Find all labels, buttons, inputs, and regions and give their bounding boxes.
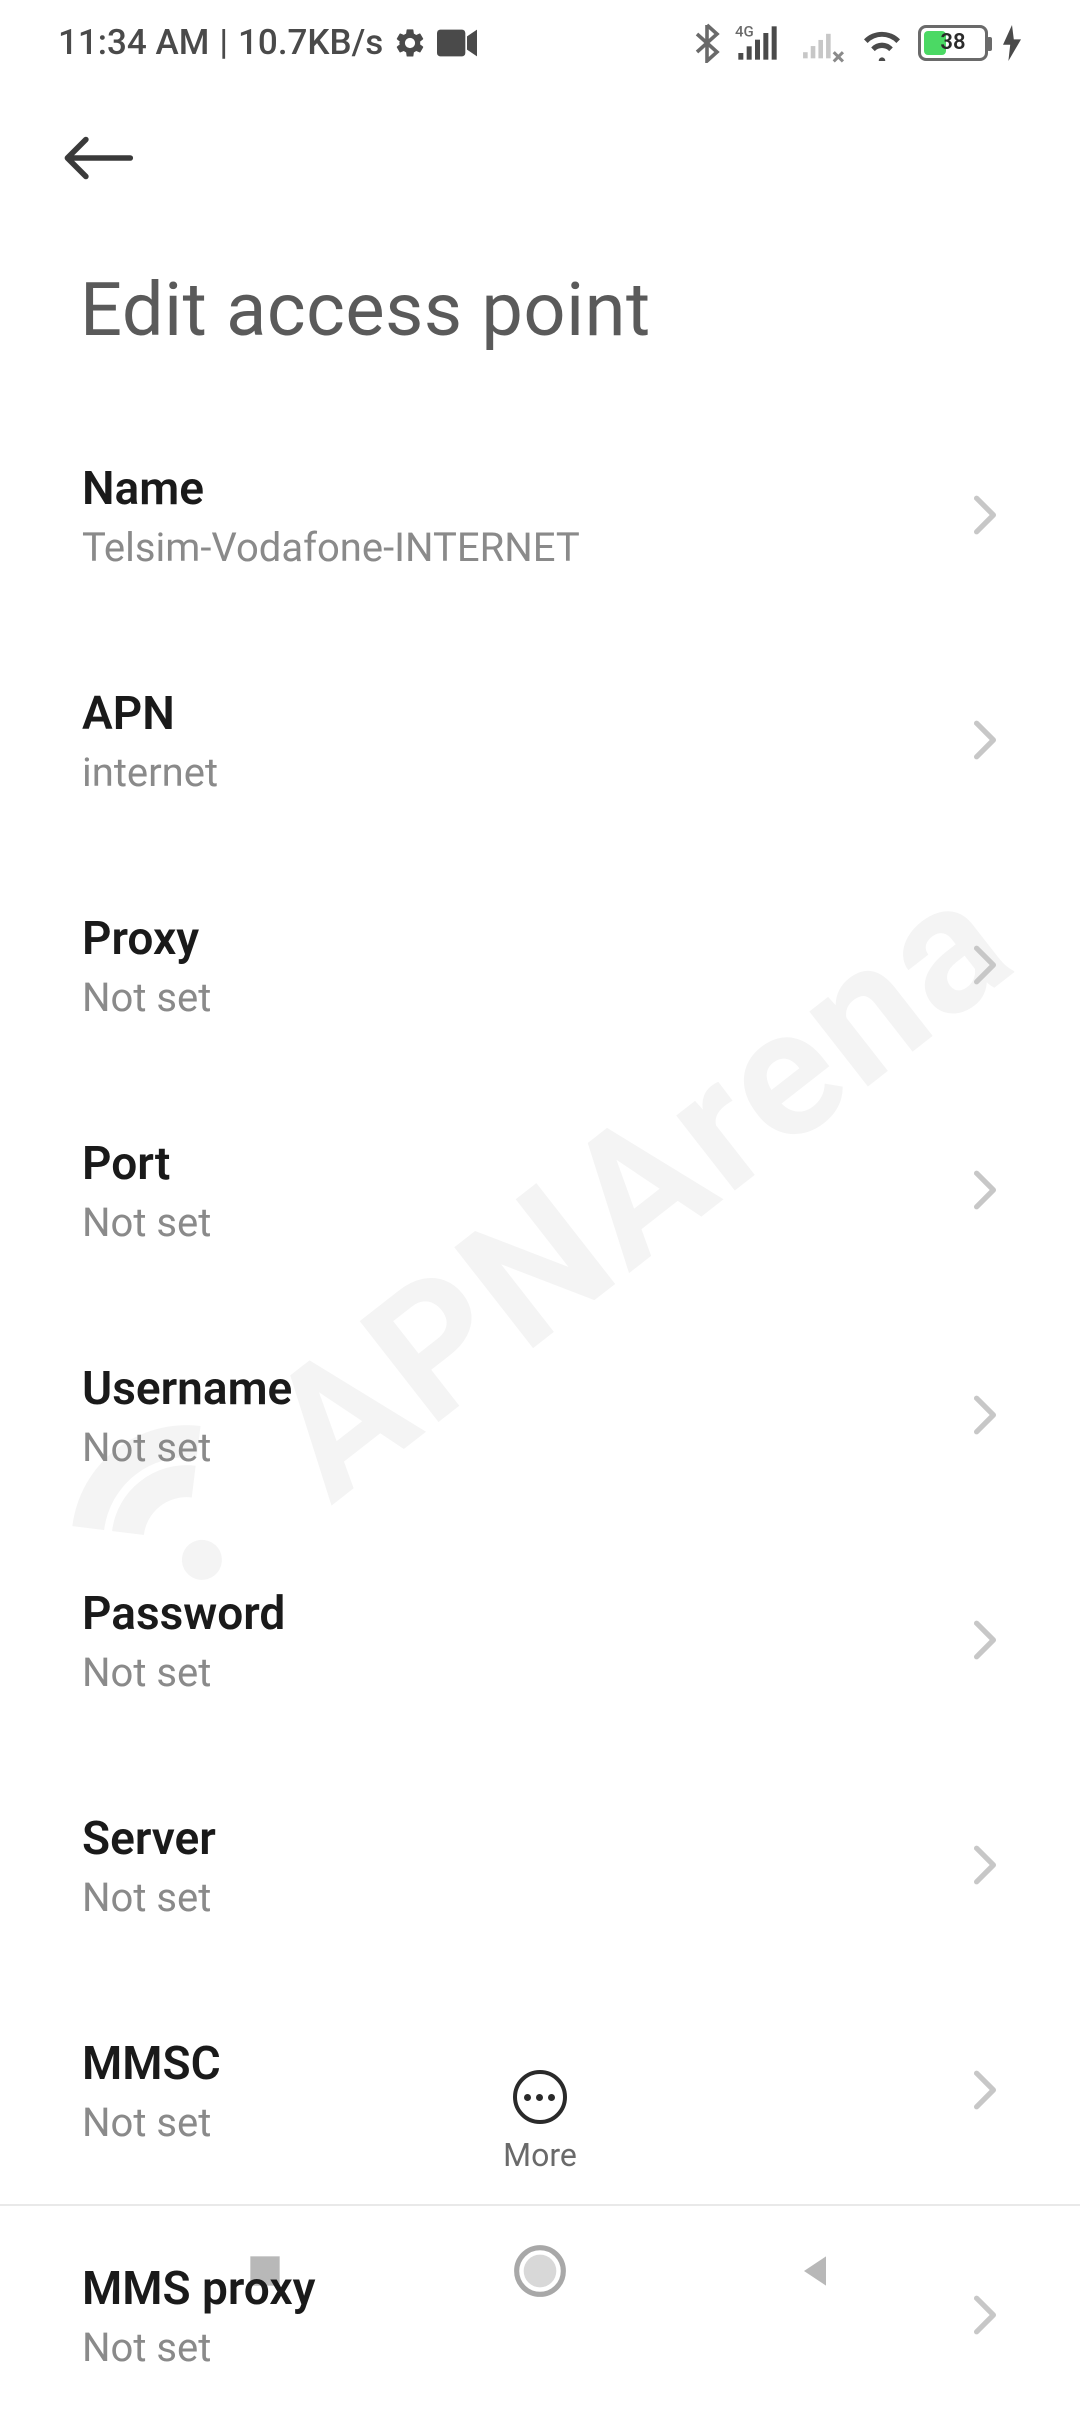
row-password[interactable]: Password Not set [48, 1529, 1032, 1754]
row-username[interactable]: Username Not set [48, 1304, 1032, 1529]
chevron-right-icon [972, 1169, 998, 1215]
chevron-right-icon [972, 1844, 998, 1890]
row-value: Not set [82, 974, 211, 1021]
status-left: 11:34 AM | 10.7KB/s [58, 22, 477, 63]
svg-text:4G: 4G [735, 23, 754, 40]
chevron-right-icon [972, 2069, 998, 2115]
row-proxy[interactable]: Proxy Not set [48, 854, 1032, 1079]
battery-level: 38 [921, 30, 985, 55]
row-label: MMSC [82, 2037, 221, 2091]
camera-icon [437, 29, 477, 57]
row-label: Proxy [82, 912, 211, 966]
chevron-right-icon [972, 2294, 998, 2340]
signal-4g-icon: 4G [734, 23, 786, 63]
status-bar: 11:34 AM | 10.7KB/s 4G 38 [0, 0, 1080, 85]
status-time: 11:34 AM [58, 22, 209, 63]
row-value: internet [82, 749, 218, 796]
row-value: Not set [82, 1874, 216, 1921]
back-button[interactable] [60, 168, 134, 187]
chevron-right-icon [972, 944, 998, 990]
row-name[interactable]: Name Telsim-Vodafone-INTERNET [48, 404, 1032, 629]
row-label: APN [82, 687, 218, 741]
page-title: Edit access point [0, 197, 1080, 404]
chevron-right-icon [972, 719, 998, 765]
status-separator: | [219, 22, 228, 63]
row-server[interactable]: Server Not set [48, 1754, 1032, 1979]
row-label: Name [82, 462, 580, 516]
row-port[interactable]: Port Not set [48, 1079, 1032, 1304]
row-label: Username [82, 1362, 292, 1416]
chevron-right-icon [972, 1394, 998, 1440]
charging-icon [1002, 25, 1022, 61]
row-value: Not set [82, 1424, 292, 1471]
row-label: Password [82, 1587, 285, 1641]
row-value: Not set [82, 1199, 211, 1246]
row-label: MMS proxy [82, 2262, 315, 2316]
battery-icon: 38 [918, 25, 988, 61]
row-label: Port [82, 1137, 211, 1191]
status-network-speed: 10.7KB/s [238, 22, 383, 63]
signal-no-sim-icon [800, 23, 846, 63]
row-value: Not set [82, 1649, 285, 1696]
top-bar [0, 85, 1080, 197]
chevron-right-icon [972, 1619, 998, 1665]
bluetooth-icon [694, 23, 720, 63]
row-value: Not set [82, 2099, 221, 2146]
row-mms-proxy[interactable]: MMS proxy Not set [48, 2204, 1032, 2429]
chevron-right-icon [972, 494, 998, 540]
wifi-icon [860, 25, 904, 61]
row-mmsc[interactable]: MMSC Not set [48, 1979, 1032, 2204]
status-right: 4G 38 [694, 23, 1022, 63]
gear-icon [393, 26, 427, 60]
row-value: Not set [82, 2324, 315, 2371]
row-label: Server [82, 1812, 216, 1866]
row-value: Telsim-Vodafone-INTERNET [82, 524, 580, 571]
settings-list: Name Telsim-Vodafone-INTERNET APN intern… [0, 404, 1080, 2429]
row-apn[interactable]: APN internet [48, 629, 1032, 854]
